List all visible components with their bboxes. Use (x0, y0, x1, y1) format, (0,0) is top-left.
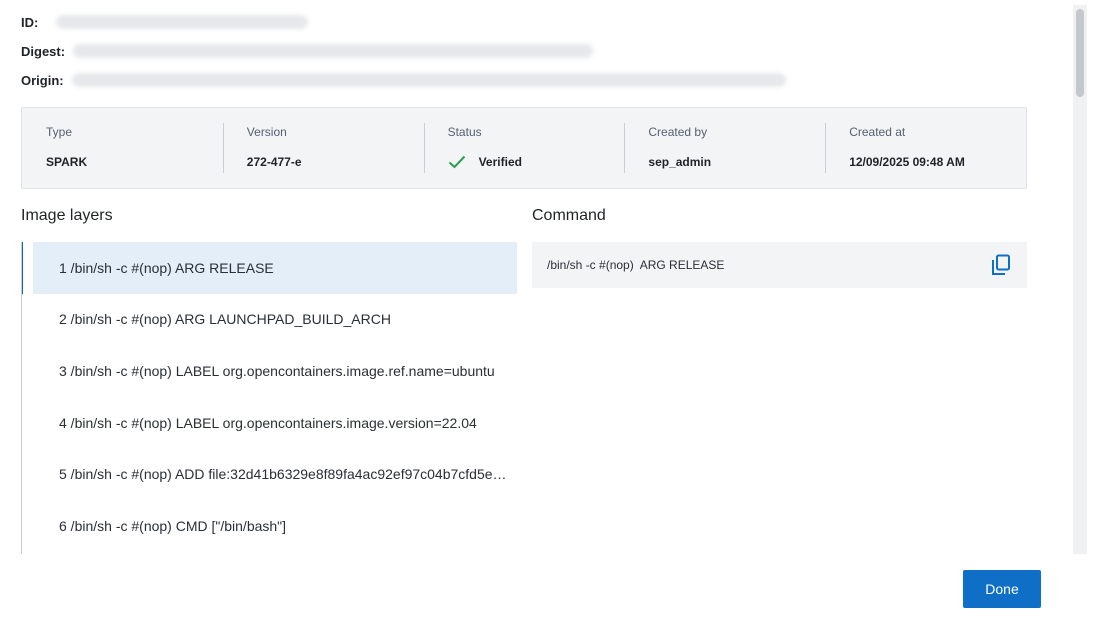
command-title: Command (532, 207, 606, 224)
status-label: Status (447, 125, 482, 139)
version-value: 272-477-e (246, 155, 302, 169)
id-row: ID: (21, 12, 309, 32)
layer-item[interactable]: 5 /bin/sh -c #(nop) ADD file:32d41b6329e… (33, 448, 517, 500)
layer-text: 3 /bin/sh -c #(nop) LABEL org.opencontai… (59, 362, 495, 379)
origin-value-redacted (71, 73, 786, 87)
summary-status: Status Verified (423, 108, 625, 188)
summary-type: Type SPARK (22, 108, 223, 188)
type-label: Type (46, 125, 73, 139)
id-value-redacted (56, 15, 309, 29)
check-icon (448, 155, 465, 169)
image-layers-title: Image layers (21, 207, 113, 224)
image-summary-panel: Type SPARK Version 272-477-e Status Veri… (21, 107, 1027, 189)
digest-row: Digest: (21, 41, 594, 61)
summary-version: Version 272-477-e (222, 108, 424, 188)
command-box: /bin/sh -c #(nop) ARG RELEASE (532, 242, 1027, 288)
layer-item[interactable]: 2 /bin/sh -c #(nop) ARG LAUNCHPAD_BUILD_… (33, 294, 517, 346)
digest-label: Digest: (21, 43, 66, 59)
created-by-value: sep_admin (648, 155, 712, 169)
image-layers-list[interactable]: 1 /bin/sh -c #(nop) ARG RELEASE 2 /bin/s… (21, 242, 517, 554)
done-button[interactable]: Done (963, 570, 1041, 608)
id-label: ID: (21, 14, 39, 30)
layer-text: 5 /bin/sh -c #(nop) ADD file:32d41b6329e… (59, 466, 507, 483)
created-at-label: Created at (849, 125, 906, 139)
status-value-container: Verified (448, 154, 625, 170)
layer-item[interactable]: 1 /bin/sh -c #(nop) ARG RELEASE (33, 242, 517, 294)
layer-text: 4 /bin/sh -c #(nop) LABEL org.opencontai… (59, 414, 477, 431)
layer-text: 6 /bin/sh -c #(nop) CMD ["/bin/bash"] (59, 517, 287, 534)
layer-item[interactable]: 6 /bin/sh -c #(nop) CMD ["/bin/bash"] (33, 500, 517, 552)
created-by-label: Created by (648, 125, 708, 139)
layer-item[interactable]: 3 /bin/sh -c #(nop) LABEL org.opencontai… (33, 345, 517, 397)
created-at-value: 12/09/2025 09:48 AM (849, 155, 965, 169)
status-value: Verified (478, 155, 522, 169)
selected-indicator (22, 242, 23, 294)
origin-row: Origin: (21, 70, 786, 90)
digest-value-redacted (73, 44, 594, 58)
vertical-scrollbar[interactable] (1073, 5, 1087, 554)
layer-text: 2 /bin/sh -c #(nop) ARG LAUNCHPAD_BUILD_… (59, 311, 391, 328)
command-text: /bin/sh -c #(nop) ARG RELEASE (547, 258, 725, 272)
type-value: SPARK (46, 155, 88, 169)
layer-item[interactable]: 4 /bin/sh -c #(nop) LABEL org.opencontai… (33, 397, 517, 449)
origin-label: Origin: (21, 72, 64, 88)
scrollbar-thumb[interactable] (1076, 9, 1084, 97)
summary-created-at: Created at 12/09/2025 09:48 AM (825, 108, 1026, 188)
layer-text: 1 /bin/sh -c #(nop) ARG RELEASE (59, 259, 274, 276)
copy-icon[interactable] (991, 254, 1011, 276)
version-label: Version (246, 125, 287, 139)
summary-created-by: Created by sep_admin (624, 108, 825, 188)
